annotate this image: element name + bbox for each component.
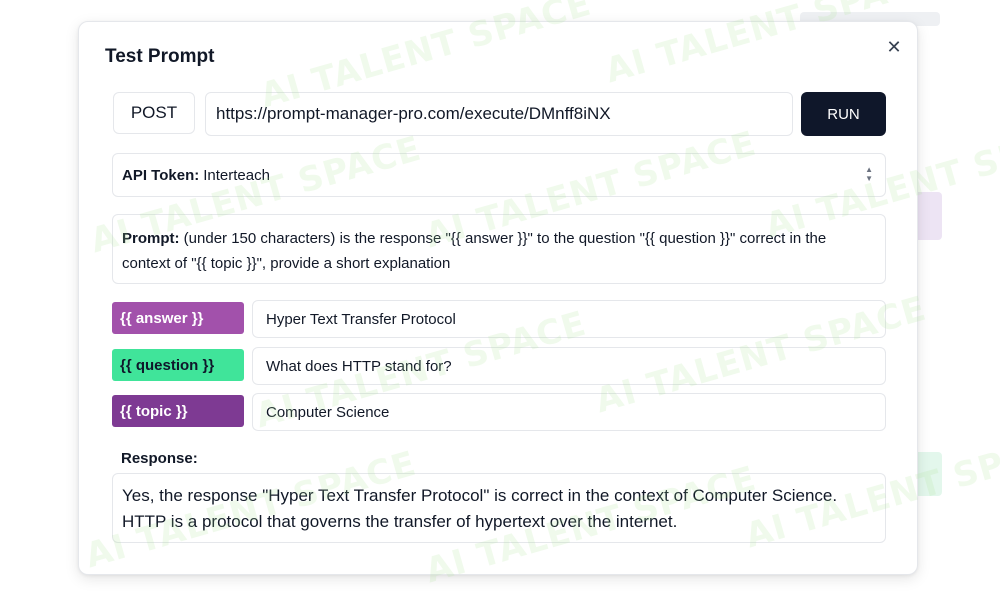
api-token-label: API Token:: [122, 166, 200, 184]
variable-tag-answer: {{ answer }}: [112, 302, 244, 334]
variable-input-answer[interactable]: [252, 300, 886, 338]
response-label: Response:: [121, 450, 198, 467]
prompt-text: (under 150 characters) is the response "…: [122, 230, 827, 272]
api-token-value: Interteach: [203, 166, 270, 184]
test-prompt-modal: Test Prompt ✕ POST RUN API Token: Intert…: [78, 21, 918, 575]
http-method[interactable]: POST: [113, 92, 195, 134]
run-button[interactable]: RUN: [801, 92, 886, 136]
page: Test Prompt ✕ POST RUN API Token: Intert…: [0, 0, 1000, 600]
variable-tag-question: {{ question }}: [112, 349, 244, 381]
variable-row-answer: {{ answer }}: [112, 300, 886, 338]
api-token-select[interactable]: API Token: Interteach ▲ ▼: [112, 153, 886, 197]
variable-input-question[interactable]: [252, 347, 886, 385]
modal-title: Test Prompt: [105, 46, 215, 67]
chevron-up-down-icon: ▲ ▼: [865, 165, 873, 183]
close-icon[interactable]: ✕: [883, 36, 905, 58]
prompt-box: Prompt: (under 150 characters) is the re…: [112, 214, 886, 284]
variable-row-question: {{ question }}: [112, 347, 886, 385]
variable-input-topic[interactable]: [252, 393, 886, 431]
variable-tag-topic: {{ topic }}: [112, 395, 244, 427]
url-input[interactable]: [205, 92, 793, 136]
prompt-label: Prompt:: [122, 230, 180, 247]
variable-row-topic: {{ topic }}: [112, 393, 886, 431]
response-output: Yes, the response "Hyper Text Transfer P…: [112, 473, 886, 543]
